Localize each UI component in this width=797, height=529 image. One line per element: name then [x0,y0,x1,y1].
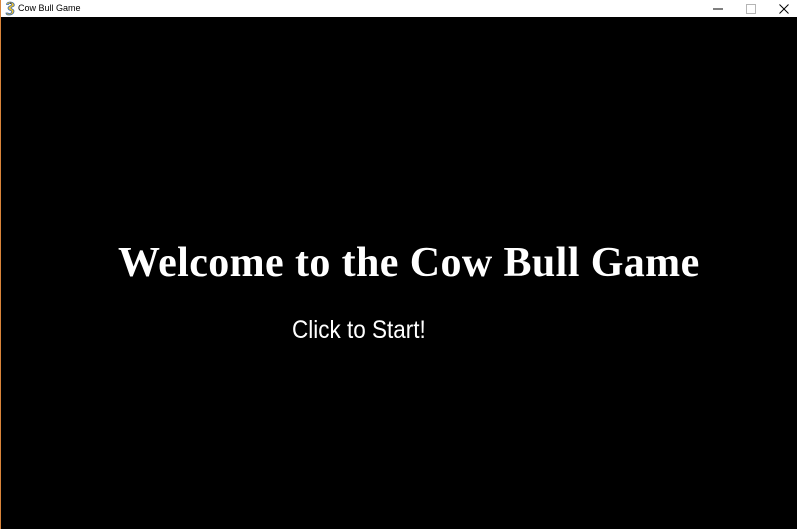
game-window: Cow Bull Game Welcome to the Cow Bull Ga… [0,0,797,529]
title-bar[interactable]: Cow Bull Game [1,0,797,17]
game-canvas[interactable]: Welcome to the Cow Bull Game Click to St… [1,17,797,529]
close-icon [779,3,789,14]
pygame-snake-icon [4,1,16,16]
minimize-button[interactable] [701,0,735,17]
minimize-icon [713,4,723,14]
welcome-heading: Welcome to the Cow Bull Game [118,240,700,286]
close-button[interactable] [767,0,797,17]
maximize-icon [746,3,756,14]
click-to-start-prompt[interactable]: Click to Start! [292,315,426,345]
maximize-button[interactable] [734,0,768,17]
window-title: Cow Bull Game [18,3,81,13]
